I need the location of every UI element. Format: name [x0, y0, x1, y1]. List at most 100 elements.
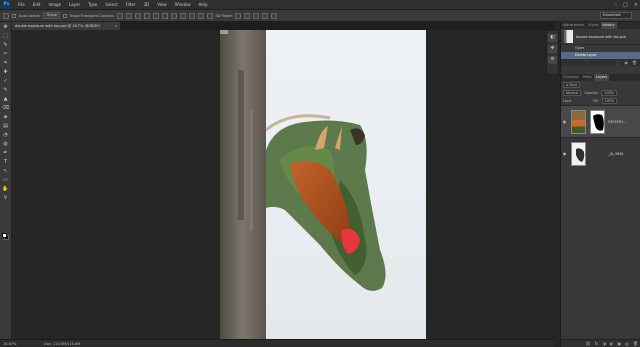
align-right-icon[interactable] [161, 12, 168, 19]
history-step-delete-layer[interactable]: Delete Layer [561, 52, 640, 59]
layer-mask-thumbnail[interactable] [590, 109, 605, 134]
distribute-top-icon[interactable] [170, 12, 177, 19]
move-tool-icon[interactable]: ✥ [2, 24, 10, 31]
auto-select-checkbox[interactable] [12, 13, 16, 18]
foreground-color-swatch[interactable] [2, 233, 7, 238]
show-transform-checkbox[interactable] [63, 13, 68, 18]
eraser-tool-icon[interactable]: ⌫ [2, 105, 10, 112]
opacity-input[interactable]: 100% [601, 90, 617, 96]
type-tool-icon[interactable]: T [2, 159, 10, 166]
new-snapshot-icon[interactable]: ◉ [624, 59, 628, 66]
layer-name[interactable]: _JIL_9861 [608, 152, 624, 156]
history-brush-tool-icon[interactable]: ▲ [2, 96, 10, 103]
align-top-icon[interactable] [116, 12, 123, 19]
zoom-tool-icon[interactable]: ⚲ [2, 195, 10, 202]
tab-adjustments[interactable]: Adjustments [561, 22, 586, 29]
menu-layer[interactable]: Layer [65, 0, 84, 10]
marquee-tool-icon[interactable]: ⬚ [2, 33, 10, 40]
align-bottom-icon[interactable] [134, 12, 141, 19]
layer-name[interactable]: 5303761... [608, 120, 626, 124]
auto-select-dropdown[interactable]: Group [43, 12, 61, 19]
brush-tool-icon[interactable]: ✓ [2, 78, 10, 85]
layer-visibility-eye-icon[interactable]: ◉ [561, 119, 568, 124]
document-canvas[interactable] [220, 30, 426, 339]
tab-styles[interactable]: Styles [586, 22, 600, 29]
maximize-button[interactable]: □ [623, 2, 628, 8]
adjustment-layer-icon[interactable]: ◐ [610, 340, 614, 347]
close-tab-icon[interactable]: × [114, 22, 117, 30]
move-tool-preset-icon[interactable] [3, 12, 9, 19]
workspace-dropdown[interactable]: Essentials [600, 12, 632, 19]
dodge-tool-icon[interactable]: ◔ [2, 132, 10, 139]
lasso-tool-icon[interactable]: ✎ [2, 42, 10, 49]
hand-tool-icon[interactable]: ✋ [2, 186, 10, 193]
gradient-tool-icon[interactable]: ◈ [2, 114, 10, 121]
align-middle-icon[interactable] [125, 12, 132, 19]
layer-kind-filter[interactable]: ρ Kind [563, 82, 580, 88]
menu-select[interactable]: Select [101, 0, 121, 10]
layer-row[interactable]: ◉ 5303761... [561, 105, 640, 137]
distribute-middle-icon[interactable] [179, 12, 186, 19]
distribute-left-icon[interactable] [197, 12, 204, 19]
menu-image[interactable]: Image [44, 0, 65, 10]
align-left-icon[interactable] [143, 12, 150, 19]
link-layers-icon[interactable]: ⛓ [586, 340, 591, 347]
styles-panel-icon[interactable]: ❖ [548, 45, 557, 53]
menu-type[interactable]: Type [84, 0, 101, 10]
history-snapshot[interactable]: double exposure with fox.psd [561, 29, 640, 45]
eyedropper-tool-icon[interactable]: ⌗ [2, 60, 10, 67]
tab-history[interactable]: History [600, 22, 617, 29]
menu-file[interactable]: File [14, 0, 29, 10]
document-size-info[interactable]: Doc: 110.9M/110.6M [24, 342, 80, 346]
menu-window[interactable]: Window [171, 0, 195, 10]
add-mask-icon[interactable]: ◑ [602, 340, 606, 347]
distribute-right-icon[interactable] [206, 12, 213, 19]
3d-scale-icon[interactable] [271, 12, 278, 19]
blur-tool-icon[interactable]: ▤ [2, 123, 10, 130]
fill-input[interactable]: 100% [601, 98, 618, 104]
menu-edit[interactable]: Edit [29, 0, 45, 10]
3d-pan-icon[interactable] [253, 12, 260, 19]
3d-roll-icon[interactable] [244, 12, 251, 19]
blend-mode-dropdown[interactable]: Normal [563, 90, 582, 96]
distribute-bottom-icon[interactable] [188, 12, 195, 19]
delete-layer-icon[interactable]: 🗑 [633, 340, 638, 347]
canvas-area[interactable] [12, 30, 554, 339]
crop-tool-icon[interactable]: ✂ [2, 51, 10, 58]
history-panel-tabs: Adjustments Styles History [561, 22, 640, 29]
tab-channels[interactable]: Channels [561, 74, 581, 81]
healing-tool-icon[interactable]: ✚ [2, 69, 10, 76]
history-step-open[interactable]: Open [561, 45, 640, 52]
path-selection-tool-icon[interactable]: ↖ [2, 168, 10, 175]
minimize-button[interactable]: – [615, 2, 618, 8]
document-tab-bar: double exposure with fox.psd @ 16.7% (RG… [12, 22, 554, 30]
auto-select-label: Auto-Select: [19, 13, 41, 18]
tab-layers[interactable]: Layers [593, 74, 610, 81]
new-layer-icon[interactable]: ▤ [625, 340, 629, 347]
sponge-tool-icon[interactable]: ◍ [2, 141, 10, 148]
menu-help[interactable]: Help [194, 0, 211, 10]
3d-rotate-icon[interactable] [235, 12, 242, 19]
new-document-from-state-icon[interactable]: ⬚ [617, 59, 621, 66]
menu-filter[interactable]: Filter [122, 0, 140, 10]
menu-3d[interactable]: 3D [140, 0, 154, 10]
tab-paths[interactable]: Paths [581, 74, 594, 81]
clone-stamp-tool-icon[interactable]: ✎ [2, 87, 10, 94]
close-window-button[interactable]: × [634, 2, 638, 8]
delete-state-icon[interactable]: 🗑 [632, 59, 637, 66]
adjustments-panel-icon[interactable]: ◧ [548, 34, 557, 42]
properties-panel-icon[interactable]: ⚙ [548, 56, 557, 64]
new-group-icon[interactable]: ▣ [617, 340, 621, 347]
shape-tool-icon[interactable]: ▭ [2, 177, 10, 184]
align-center-icon[interactable] [152, 12, 159, 19]
double-exposure-artwork [220, 30, 386, 339]
show-transform-label: Show Transform Controls [70, 13, 114, 18]
layer-row[interactable]: ◉ _JIL_9861 [561, 137, 640, 169]
layer-visibility-eye-icon[interactable]: ◉ [561, 151, 568, 156]
layer-style-icon[interactable]: fx [595, 340, 599, 347]
zoom-level[interactable]: 16.67% [0, 342, 24, 346]
pen-tool-icon[interactable]: ✒ [2, 150, 10, 157]
menu-view[interactable]: View [153, 0, 171, 10]
3d-slide-icon[interactable] [262, 12, 269, 19]
document-tab[interactable]: double exposure with fox.psd @ 16.7% (RG… [12, 22, 120, 30]
